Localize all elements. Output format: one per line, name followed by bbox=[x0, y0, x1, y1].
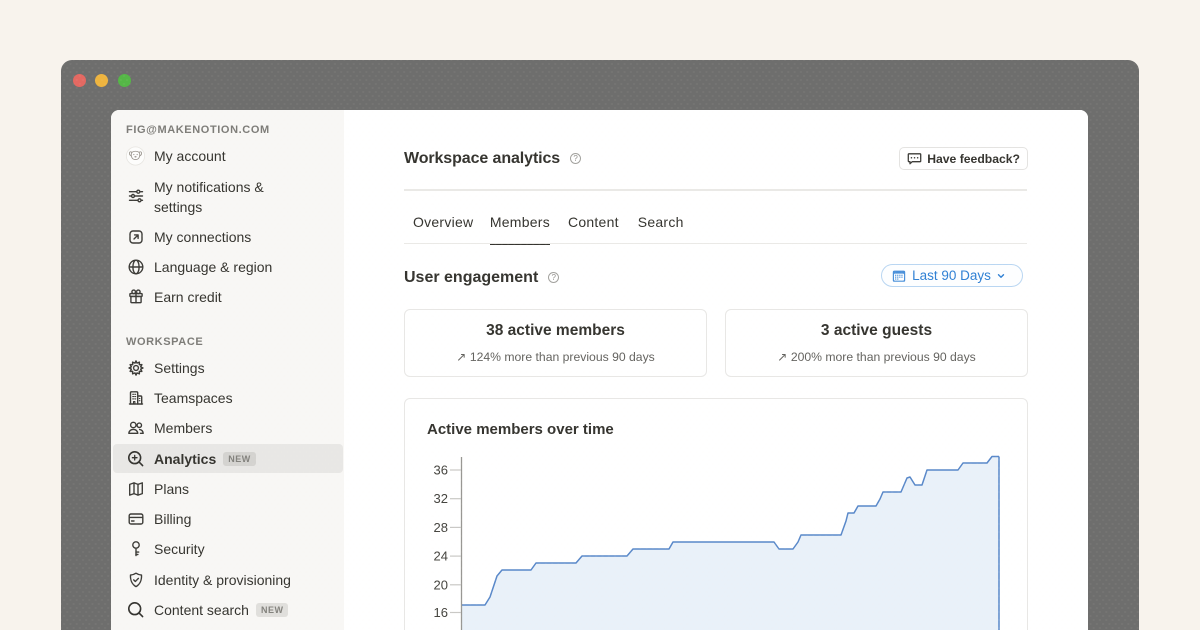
svg-text:28: 28 bbox=[434, 520, 448, 535]
svg-text:20: 20 bbox=[434, 577, 448, 592]
svg-text:36: 36 bbox=[434, 463, 448, 478]
svg-text:24: 24 bbox=[434, 549, 448, 564]
svg-text:32: 32 bbox=[434, 491, 448, 506]
svg-text:16: 16 bbox=[434, 605, 448, 620]
